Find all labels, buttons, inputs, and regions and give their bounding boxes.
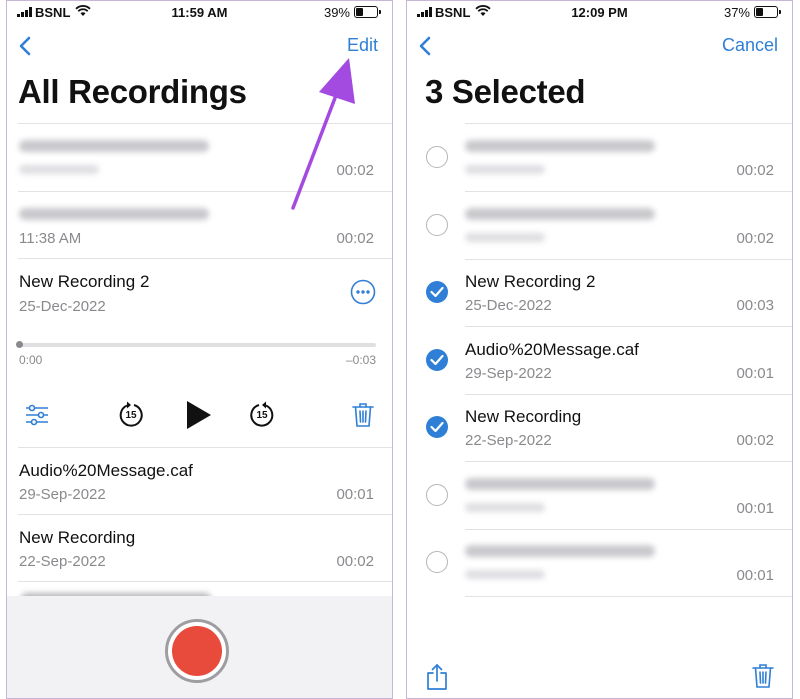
recording-duration: 00:02 — [336, 230, 374, 247]
record-button[interactable] — [165, 619, 229, 683]
selectable-recording-row[interactable]: 00:02 — [407, 192, 792, 258]
row-divider — [18, 581, 392, 582]
phone-selection-mode: BSNL 12:09 PM 37% Cancel 3 Selected 00:0… — [406, 0, 793, 699]
phone-all-recordings: BSNL 11:59 AM 39% Edit All Recordings 00… — [6, 0, 393, 699]
blurred-recording-name — [19, 208, 209, 220]
recording-date: 25-Dec-2022 — [465, 297, 552, 314]
back-chevron-icon[interactable] — [13, 33, 39, 59]
recording-name: Audio%20Message.caf — [465, 340, 639, 359]
blurred-recording-date — [465, 165, 545, 174]
recording-date: 29-Sep-2022 — [19, 486, 106, 503]
skip-forward-seconds: 15 — [256, 410, 268, 421]
recording-duration: 00:02 — [736, 432, 774, 449]
remaining-time: –0:03 — [345, 353, 376, 367]
recording-name: New Recording 2 — [465, 272, 596, 291]
selected-checkmark-icon[interactable] — [426, 416, 448, 438]
selectable-recording-row[interactable]: New Recording 22-Sep-2022 00:02 — [407, 394, 792, 460]
recording-duration: 00:03 — [736, 297, 774, 314]
blurred-recording-name — [465, 140, 655, 152]
battery-percent: 39% — [323, 5, 350, 20]
recording-row[interactable]: Audio%20Message.caf 29-Sep-2022 00:01 — [7, 448, 392, 514]
recording-name: New Recording 2 — [19, 272, 150, 291]
annotation-arrow — [291, 58, 355, 210]
scrubber-handle[interactable] — [16, 341, 23, 348]
selection-circle[interactable] — [426, 214, 448, 236]
recording-duration: 00:02 — [736, 162, 774, 179]
battery-icon — [754, 6, 781, 18]
recording-name: Audio%20Message.caf — [19, 461, 193, 480]
trash-icon[interactable] — [752, 663, 774, 689]
row-divider — [465, 596, 792, 597]
selectable-recording-row[interactable]: 00:02 — [407, 124, 792, 190]
elapsed-time: 0:00 — [19, 353, 43, 367]
skip-forward-15-icon[interactable]: 15 — [248, 400, 276, 430]
status-bar: BSNL 12:09 PM 37% — [407, 1, 792, 25]
selectable-recording-row[interactable]: 00:01 — [407, 462, 792, 528]
blurred-recording-name — [465, 478, 655, 490]
recording-duration: 00:02 — [336, 553, 374, 570]
blurred-recording-name — [465, 545, 655, 557]
battery-icon — [354, 6, 381, 18]
selection-circle[interactable] — [426, 484, 448, 506]
filter-settings-icon[interactable] — [25, 404, 49, 426]
recording-date: 29-Sep-2022 — [465, 365, 552, 382]
more-options-icon[interactable] — [350, 279, 376, 305]
recording-date: 22-Sep-2022 — [19, 553, 106, 570]
playback-scrubber[interactable] — [16, 341, 376, 348]
skip-back-seconds: 15 — [125, 410, 137, 421]
trash-icon[interactable] — [352, 402, 374, 428]
recording-date: 11:38 AM — [19, 230, 82, 247]
recording-name: New Recording — [19, 528, 136, 547]
selected-checkmark-icon[interactable] — [426, 349, 448, 371]
selectable-recording-row[interactable]: 00:01 — [407, 529, 792, 595]
blurred-recording-date — [465, 233, 545, 242]
blurred-recording-name — [19, 140, 209, 152]
blurred-recording-date — [465, 570, 545, 579]
selection-circle[interactable] — [426, 551, 448, 573]
selectable-recording-row[interactable]: New Recording 2 25-Dec-2022 00:03 — [407, 259, 792, 325]
record-icon — [172, 626, 222, 676]
status-bar: BSNL 11:59 AM 39% — [7, 1, 392, 25]
recording-duration: 00:02 — [736, 230, 774, 247]
page-title: All Recordings — [18, 73, 247, 110]
play-icon[interactable] — [185, 399, 213, 431]
selectable-recording-row[interactable]: Audio%20Message.caf 29-Sep-2022 00:01 — [407, 327, 792, 393]
battery-percent: 37% — [723, 5, 750, 20]
selection-circle[interactable] — [426, 146, 448, 168]
edit-button[interactable]: Edit — [347, 35, 378, 56]
recording-date: 25-Dec-2022 — [19, 298, 106, 315]
recording-row[interactable]: New Recording 22-Sep-2022 00:02 — [7, 515, 392, 581]
skip-back-15-icon[interactable]: 15 — [117, 400, 145, 430]
recording-duration: 00:01 — [736, 500, 774, 517]
recording-duration: 00:01 — [736, 567, 774, 584]
selected-checkmark-icon[interactable] — [426, 281, 448, 303]
back-chevron-icon[interactable] — [413, 33, 439, 59]
expanded-recording-row[interactable]: New Recording 2 25-Dec-2022 0:00 –0:03 1… — [7, 259, 392, 447]
recording-duration: 00:01 — [336, 486, 374, 503]
blurred-recording-date — [19, 165, 99, 174]
page-title: 3 Selected — [425, 73, 586, 110]
recording-duration: 00:01 — [736, 365, 774, 382]
share-icon[interactable] — [426, 663, 448, 691]
recording-name: New Recording — [465, 407, 582, 426]
blurred-recording-date — [465, 503, 545, 512]
blurred-recording-name — [465, 208, 655, 220]
cancel-button[interactable]: Cancel — [722, 35, 778, 56]
recording-date: 22-Sep-2022 — [465, 432, 552, 449]
